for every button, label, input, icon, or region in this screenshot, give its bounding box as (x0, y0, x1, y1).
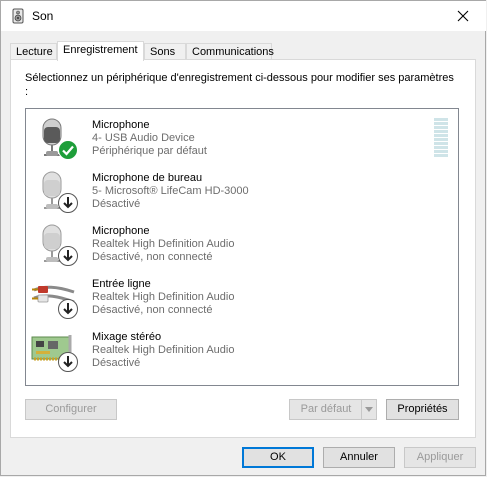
down-arrow-icon (58, 352, 78, 372)
device-name: Mixage stéréo (92, 331, 162, 343)
tab-lecture[interactable]: Lecture (10, 43, 57, 60)
sound-dialog: Son Lecture Enregistrement Sons Communic… (0, 0, 486, 476)
device-status: Désactivé, non connecté (92, 304, 213, 316)
set-default-button[interactable]: Par défaut (289, 399, 377, 420)
cancel-button[interactable]: Annuler (323, 447, 395, 468)
down-arrow-icon (58, 246, 78, 266)
device-description: Realtek High Definition Audio (92, 291, 235, 303)
down-arrow-icon (58, 193, 78, 213)
device-status: Désactivé (92, 357, 141, 369)
device-list[interactable]: Microphone 4- USB Audio Device Périphéri… (25, 108, 459, 386)
ok-button[interactable]: OK (242, 447, 314, 468)
chevron-down-icon (365, 407, 373, 412)
device-description: 4- USB Audio Device (92, 132, 195, 144)
instructions-text: Sélectionnez un périphérique d'enregistr… (25, 72, 454, 98)
device-description: Realtek High Definition Audio (92, 238, 235, 250)
device-name: Microphone (92, 225, 150, 237)
set-default-label: Par défaut (300, 403, 352, 415)
device-name: Microphone (92, 119, 150, 131)
device-name: Entrée ligne (92, 278, 151, 290)
apply-button[interactable]: Appliquer (404, 447, 476, 468)
tab-sons[interactable]: Sons (144, 43, 186, 60)
tab-enregistrement[interactable]: Enregistrement (57, 41, 144, 61)
title-bar: Son (1, 1, 486, 31)
configure-button[interactable]: Configurer (25, 399, 117, 420)
list-item[interactable]: Microphone 4- USB Audio Device Périphéri… (27, 110, 448, 162)
check-icon (58, 140, 78, 160)
tab-communications[interactable]: Communications (186, 43, 274, 60)
device-status: Désactivé, non connecté (92, 251, 213, 263)
list-item[interactable]: Microphone de bureau 5- Microsoft® LifeC… (27, 163, 427, 215)
device-status: Périphérique par défaut (92, 145, 207, 157)
list-item[interactable]: Mixage stéréo Realtek High Definition Au… (27, 322, 427, 374)
device-description: Realtek High Definition Audio (92, 344, 235, 356)
device-status: Désactivé (92, 198, 141, 210)
tab-panel: Sélectionnez un périphérique d'enregistr… (10, 59, 476, 438)
device-name: Microphone de bureau (92, 172, 203, 184)
down-arrow-icon (58, 299, 78, 319)
speaker-icon (12, 8, 24, 24)
device-description: 5- Microsoft® LifeCam HD-3000 (92, 185, 249, 197)
properties-button[interactable]: Propriétés (386, 399, 459, 420)
close-button[interactable] (440, 1, 486, 31)
window-title: Son (32, 9, 54, 23)
set-default-dropdown[interactable] (361, 400, 376, 419)
level-meter (434, 118, 448, 158)
close-icon (457, 10, 469, 22)
list-item[interactable]: Microphone Realtek High Definition Audio… (27, 216, 427, 268)
list-item[interactable]: Entrée ligne Realtek High Definition Aud… (27, 269, 427, 321)
